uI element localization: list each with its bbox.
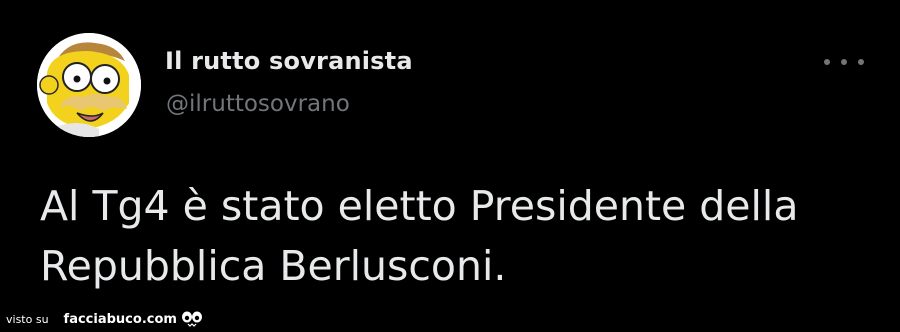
more-options-button[interactable]: [824, 52, 864, 72]
more-dot-icon: [858, 59, 864, 65]
user-handle[interactable]: @ilruttosovrano: [166, 91, 350, 117]
watermark: visto su facciabuco.com: [6, 309, 203, 329]
tweet-text: Al Tg4 è stato eletto Presidente della R…: [40, 182, 799, 290]
eyes-logo-icon: [181, 311, 203, 327]
watermark-site: facciabuco.com: [63, 311, 177, 327]
more-dot-icon: [841, 59, 847, 65]
tweet-card: Il rutto sovranista @ilruttosovrano Al T…: [0, 0, 900, 332]
cartoon-face-icon: [37, 33, 141, 137]
display-name[interactable]: Il rutto sovranista: [165, 47, 413, 75]
more-dot-icon: [824, 59, 830, 65]
watermark-prefix: visto su: [6, 312, 49, 326]
avatar[interactable]: [37, 33, 141, 137]
